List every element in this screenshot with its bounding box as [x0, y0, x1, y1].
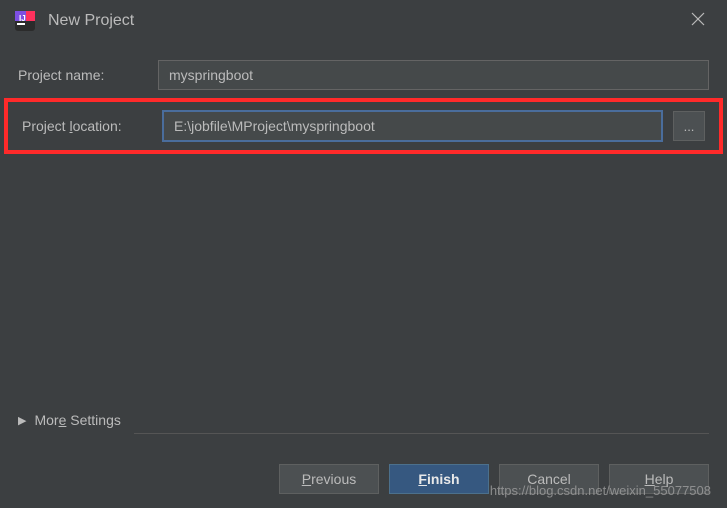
project-location-label: Project location:: [22, 118, 152, 134]
finish-button[interactable]: Finish: [389, 464, 489, 494]
project-name-row: Project name:: [0, 54, 727, 96]
window-title: New Project: [48, 12, 683, 30]
project-name-label: Project name:: [18, 67, 148, 83]
project-location-input[interactable]: [162, 110, 663, 142]
chevron-right-icon: ▶: [18, 414, 26, 427]
svg-text:IJ: IJ: [19, 14, 26, 23]
more-settings-label: More Settings: [34, 412, 120, 428]
titlebar: IJ New Project: [0, 0, 727, 42]
intellij-icon: IJ: [14, 10, 36, 32]
browse-button[interactable]: ...: [673, 111, 705, 141]
cancel-button[interactable]: Cancel: [499, 464, 599, 494]
close-icon[interactable]: [683, 8, 713, 35]
help-button[interactable]: Help: [609, 464, 709, 494]
highlight-annotation: Project location: ...: [4, 98, 723, 154]
project-name-input[interactable]: [158, 60, 709, 90]
button-bar: Previous Finish Cancel Help: [279, 464, 709, 494]
more-settings-toggle[interactable]: ▶ More Settings: [18, 412, 709, 440]
previous-button[interactable]: Previous: [279, 464, 379, 494]
dialog-content: Project name: Project location: ...: [0, 42, 727, 154]
project-location-row: Project location: ...: [22, 110, 705, 142]
